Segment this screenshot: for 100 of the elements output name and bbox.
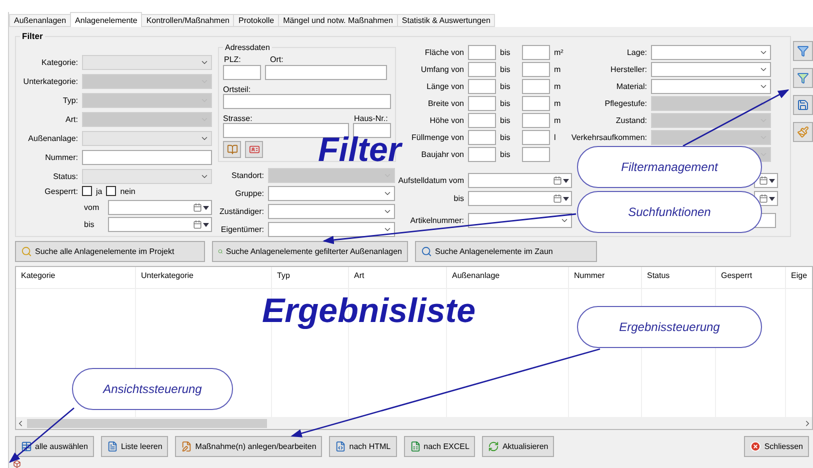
search-icon [421,246,432,257]
field-label: Material: [615,82,647,91]
field-label: Baujahr von [420,150,464,159]
text-field[interactable] [223,94,391,109]
column-header[interactable]: Kategorie [16,267,136,288]
action-button[interactable]: nach HTML [329,436,397,457]
date-field[interactable] [468,173,572,188]
text-field[interactable] [223,123,349,138]
text-field[interactable] [468,130,496,145]
form-edit-icon [181,441,192,452]
calendar-icon [193,220,202,229]
text-field[interactable] [468,62,496,77]
field-label: Strasse: [223,114,254,123]
action-button[interactable]: nach EXCEL [404,436,476,457]
add-filter-button[interactable] [793,68,813,88]
funnel-icon [797,72,809,84]
field-label: Fläche von [424,48,464,57]
action-button[interactable]: alle auswählen [15,436,94,457]
funnel-icon [797,45,809,57]
checkbox[interactable] [106,186,116,196]
field-label: Standort: [230,171,264,180]
field-label: Typ: [62,96,78,105]
text-field[interactable] [522,147,550,162]
text-field[interactable] [522,113,550,128]
checkbox-label: nein [120,186,136,196]
text-field[interactable] [522,62,550,77]
text-field[interactable] [468,147,496,162]
text-field[interactable] [468,79,496,94]
field-label: Artikelnummer: [409,216,464,225]
field-label: Gesperrt: [44,186,78,196]
tab[interactable]: Außenanlagen [9,14,72,27]
checkbox[interactable] [82,186,92,196]
text-field[interactable] [468,113,496,128]
caret-icon [203,206,209,210]
field-label: Ortsteil: [223,85,252,94]
search-button[interactable]: Suche Anlagenelemente im Zaun [415,241,597,262]
field-label: Länge von [426,82,464,91]
column-header[interactable]: Art [349,267,447,288]
unit-label: m [554,99,562,108]
column-header[interactable]: Eige [786,267,812,288]
search-button[interactable]: Suche alle Anlagenelemente im Projekt [15,241,205,262]
tab[interactable]: Statistik & Auswertungen [396,14,496,27]
field-label: bis [84,220,96,229]
field-label: Nummer: [44,153,78,162]
clear-address-button[interactable] [245,141,263,158]
unit-label: m [554,82,562,91]
date-field[interactable] [108,200,212,215]
field-label: bis [500,82,512,91]
field-label: Unterkategorie: [22,77,78,86]
action-button[interactable]: Maßnahme(n) anlegen/bearbeiten [175,436,322,457]
action-button[interactable]: Liste leeren [100,436,168,457]
date-field[interactable] [108,217,212,232]
dropdown[interactable] [268,222,395,237]
remove-filter-button[interactable] [793,41,813,61]
column-header[interactable]: Nummer [569,267,642,288]
horizontal-scrollbar[interactable] [16,417,812,429]
tab[interactable]: Kontrollen/Maßnahmen [141,14,234,27]
column-header[interactable]: Gesperrt [716,267,786,288]
field-label: Hersteller: [610,65,647,74]
calendar-icon [193,203,202,212]
chevron-icon [560,216,569,225]
text-field[interactable] [522,45,550,60]
text-field[interactable] [353,123,391,138]
text-field[interactable] [265,65,387,80]
calendar-icon [553,176,562,185]
text-field[interactable] [522,79,550,94]
caret-icon [563,196,569,200]
field-label: Gruppe: [234,189,264,198]
field-label: bis [452,194,464,203]
save-filter-button[interactable] [793,95,813,115]
search-button[interactable]: Suche Anlagenelemente gefilterter Außenanlagen [212,241,408,262]
callout-bubble: Suchfunktionen [577,191,762,233]
text-field[interactable] [522,96,550,111]
text-field[interactable] [82,150,212,165]
grid-icon [21,441,32,452]
field-label: Breite von [426,99,464,108]
text-field[interactable] [468,45,496,60]
column-header[interactable]: Außenanlage [447,267,569,288]
text-field[interactable] [468,96,496,111]
chevron-icon [200,172,209,181]
calendar-icon [759,194,768,203]
close-icon [750,441,762,452]
text-field[interactable] [223,65,261,80]
column-header[interactable]: Unterkategorie [136,267,272,288]
column-header[interactable]: Status [642,267,716,288]
tab[interactable]: Anlagenelemente [70,12,142,27]
field-label: Haus-Nr.: [354,114,388,123]
address-book-button[interactable] [223,141,241,158]
tab[interactable]: Mängel und notw. Maßnahmen [278,14,398,27]
action-button[interactable]: Schliessen [744,436,809,457]
date-field[interactable] [468,191,572,206]
tab[interactable]: Protokolle [233,14,280,27]
caret-icon [769,178,775,182]
action-button[interactable]: Aktualisieren [482,436,554,457]
date-field[interactable] [754,191,778,206]
field-label: Außenanlage: [27,134,78,143]
dropdown[interactable] [468,213,572,228]
column-header[interactable]: Typ [272,267,349,288]
text-field[interactable] [522,130,550,145]
edit-filter-button[interactable] [793,122,813,142]
